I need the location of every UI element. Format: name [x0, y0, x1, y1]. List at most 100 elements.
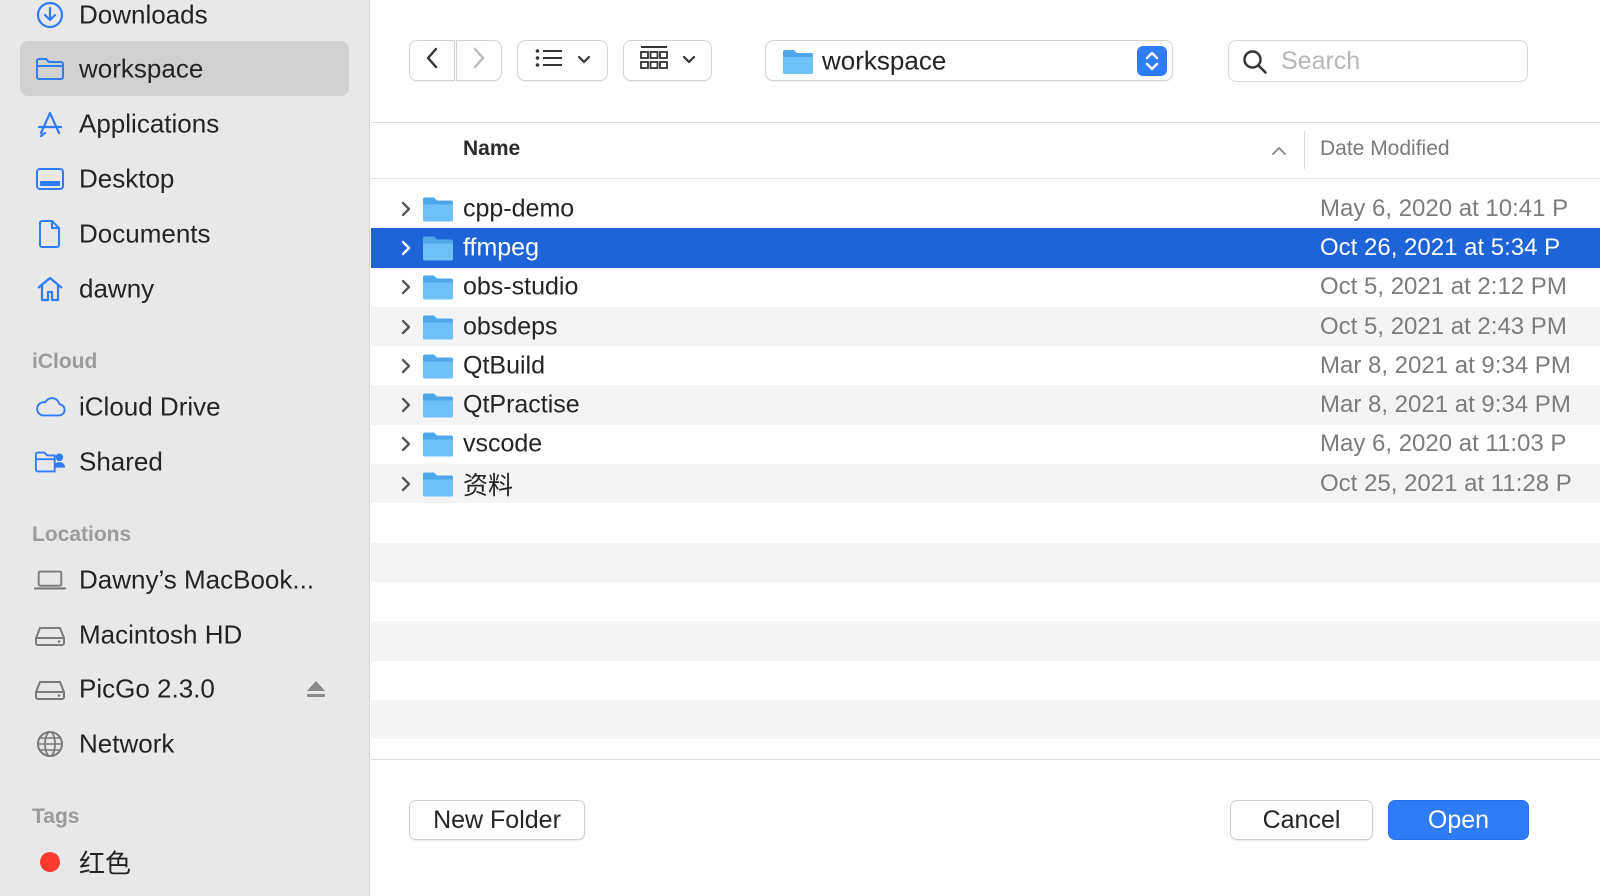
updown-chevron-icon — [1137, 46, 1167, 76]
empty-row — [371, 699, 1600, 740]
sidebar-item-downloads[interactable]: Downloads — [20, 0, 349, 42]
sidebar-item-label: Downloads — [79, 0, 208, 29]
empty-row — [371, 503, 1600, 542]
column-date-header[interactable]: Date Modified — [1320, 137, 1450, 161]
file-name: QtBuild — [463, 351, 545, 380]
folder-icon — [422, 352, 454, 379]
sidebar-item-label: PicGo 2.3.0 — [79, 673, 215, 703]
sidebar-item-label: Macintosh HD — [79, 619, 243, 649]
location-popup[interactable]: workspace — [765, 40, 1173, 81]
sidebar-item-desktop[interactable]: Desktop — [20, 151, 349, 206]
folder-icon — [34, 53, 66, 85]
sidebar-item-label: Shared — [79, 446, 163, 476]
file-name: cpp-demo — [463, 194, 575, 223]
search-icon — [1242, 49, 1268, 80]
search-input[interactable] — [1281, 46, 1511, 76]
desktop-icon — [34, 163, 66, 195]
file-date: Oct 26, 2021 at 5:34 P — [1320, 233, 1561, 261]
sidebar-item-applications[interactable]: Applications — [20, 96, 349, 151]
disclosure-chevron-icon[interactable] — [399, 239, 413, 257]
list-view-button[interactable] — [517, 40, 608, 81]
file-row[interactable]: QtBuild Mar 8, 2021 at 9:34 PM — [371, 346, 1600, 385]
sidebar-item-documents[interactable]: Documents — [20, 206, 349, 261]
disclosure-chevron-icon[interactable] — [399, 475, 413, 493]
sidebar-item-icloud-drive[interactable]: iCloud Drive — [20, 379, 349, 434]
sidebar-item-label: 红色 — [79, 848, 132, 878]
file-date: May 6, 2020 at 10:41 P — [1320, 194, 1569, 222]
disk-icon — [34, 619, 66, 651]
column-divider[interactable] — [1304, 131, 1305, 169]
cancel-button[interactable]: Cancel — [1230, 800, 1373, 840]
file-row[interactable]: QtPractise Mar 8, 2021 at 9:34 PM — [371, 385, 1600, 425]
sidebar-item-macbook[interactable]: Dawny’s MacBook... — [20, 552, 349, 607]
sidebar-item-shared[interactable]: Shared — [20, 434, 349, 489]
disclosure-chevron-icon[interactable] — [399, 278, 413, 296]
folder-icon — [422, 313, 454, 340]
grid-icon — [639, 45, 668, 76]
file-list: Name Date Modified cpp-demo May 6, 2020 a… — [371, 122, 1600, 760]
file-name: ffmpeg — [463, 233, 539, 262]
sort-ascending-icon — [1271, 143, 1287, 159]
disclosure-chevron-icon[interactable] — [399, 200, 413, 218]
folder-icon — [422, 392, 454, 419]
tag-color-dot-icon — [34, 846, 66, 878]
file-rows: cpp-demo May 6, 2020 at 10:41 P ffmpeg Oct … — [371, 189, 1600, 759]
file-row[interactable]: 资料 Oct 25, 2021 at 11:28 P — [371, 464, 1600, 504]
search-field[interactable] — [1228, 40, 1528, 82]
empty-row — [371, 582, 1600, 621]
sidebar-item-label: Documents — [79, 218, 211, 248]
file-date: Mar 8, 2021 at 9:34 PM — [1320, 391, 1571, 419]
sidebar-item-label: workspace — [79, 53, 204, 83]
empty-row — [371, 739, 1600, 759]
file-name: QtPractise — [463, 390, 580, 419]
file-row[interactable]: ffmpeg Oct 26, 2021 at 5:34 P — [371, 228, 1600, 268]
back-button[interactable] — [409, 40, 455, 81]
folder-icon — [422, 195, 454, 222]
column-header: Name Date Modified — [371, 123, 1600, 179]
sidebar-item-macintosh-hd[interactable]: Macintosh HD — [20, 607, 349, 662]
home-icon — [34, 273, 66, 305]
sidebar-section-locations: Locations — [32, 523, 132, 546]
group-view-button[interactable] — [623, 40, 712, 81]
eject-icon[interactable] — [305, 679, 327, 699]
sidebar-item-tag-red[interactable]: 红色 — [20, 834, 349, 889]
folder-icon — [422, 234, 454, 261]
globe-icon — [34, 728, 66, 760]
disclosure-chevron-icon[interactable] — [399, 318, 413, 336]
folder-icon — [422, 431, 454, 458]
file-date: Oct 5, 2021 at 2:43 PM — [1320, 312, 1567, 340]
file-name: 资料 — [463, 471, 514, 500]
sidebar: Downloads workspace Applications Desktop… — [0, 0, 370, 896]
sidebar-item-dawny[interactable]: dawny — [20, 261, 349, 316]
file-row[interactable]: vscode May 6, 2020 at 11:03 P — [371, 425, 1600, 464]
applications-icon — [34, 108, 66, 140]
sidebar-item-picgo[interactable]: PicGo 2.3.0 — [20, 661, 349, 716]
new-folder-button[interactable]: New Folder — [409, 800, 585, 840]
shared-folder-icon — [34, 446, 66, 478]
disclosure-chevron-icon[interactable] — [399, 357, 413, 375]
column-name-header[interactable]: Name — [463, 137, 520, 161]
file-date: Oct 25, 2021 at 11:28 P — [1320, 469, 1572, 497]
open-button[interactable]: Open — [1388, 800, 1529, 840]
file-row[interactable]: cpp-demo May 6, 2020 at 10:41 P — [371, 189, 1600, 228]
sidebar-item-label: Dawny’s MacBook... — [79, 564, 315, 594]
cloud-icon — [34, 391, 66, 423]
chevron-down-icon — [577, 52, 591, 70]
list-icon — [535, 48, 563, 73]
disclosure-chevron-icon[interactable] — [399, 396, 413, 414]
file-name: vscode — [463, 429, 543, 458]
sidebar-item-label: dawny — [79, 273, 155, 303]
sidebar-item-network[interactable]: Network — [20, 716, 349, 771]
file-date: Oct 5, 2021 at 2:12 PM — [1320, 273, 1567, 301]
file-row[interactable]: obs-studio Oct 5, 2021 at 2:12 PM — [371, 268, 1600, 307]
sidebar-item-label: Network — [79, 728, 175, 758]
folder-icon — [422, 274, 454, 301]
sidebar-section-tags: Tags — [32, 805, 80, 828]
forward-button[interactable] — [456, 40, 502, 81]
sidebar-item-workspace[interactable]: workspace — [20, 41, 349, 96]
file-name: obs-studio — [463, 272, 579, 301]
disk-icon — [34, 673, 66, 705]
disclosure-chevron-icon[interactable] — [399, 435, 413, 453]
file-row[interactable]: obsdeps Oct 5, 2021 at 2:43 PM — [371, 306, 1600, 347]
empty-row — [371, 542, 1600, 582]
